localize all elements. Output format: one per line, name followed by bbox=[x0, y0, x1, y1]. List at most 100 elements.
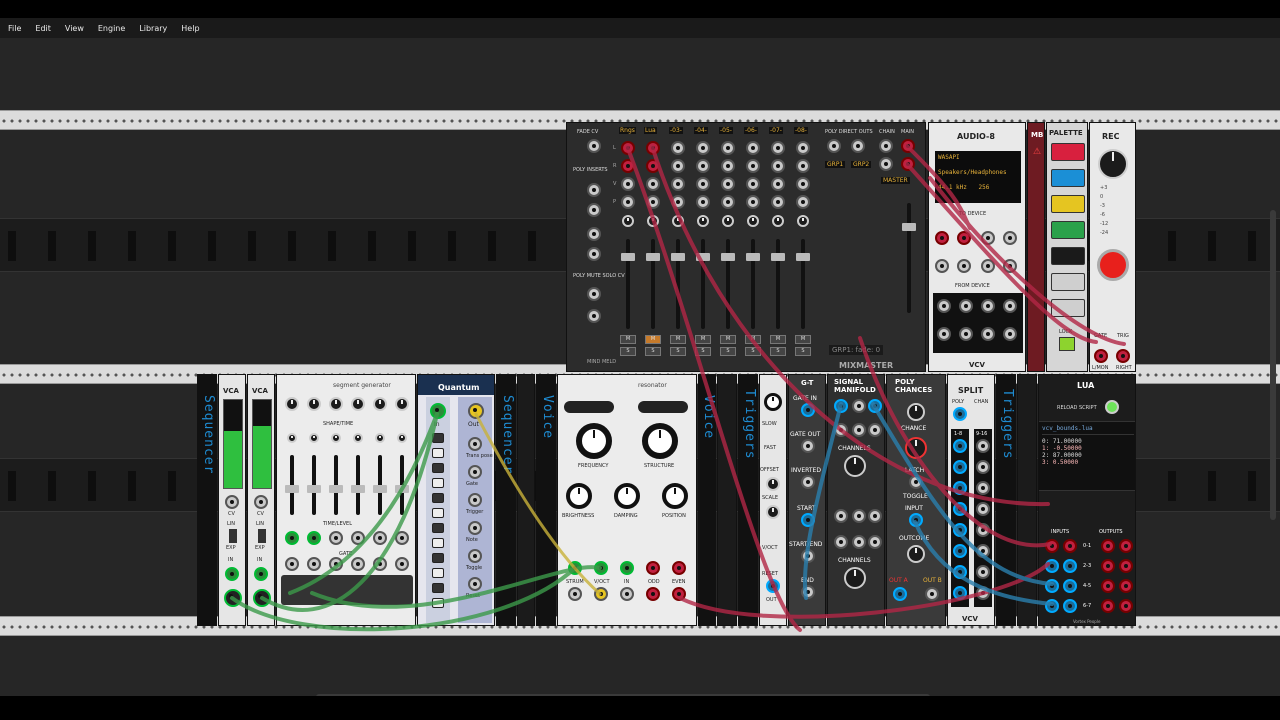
split-channel-jack[interactable] bbox=[976, 481, 990, 495]
manifold-in-jack-2[interactable] bbox=[834, 423, 848, 437]
even-cv-jack[interactable] bbox=[672, 561, 686, 575]
channel-input-jack[interactable] bbox=[671, 177, 685, 191]
mute-button[interactable]: M bbox=[745, 335, 761, 344]
channel-input-jack[interactable] bbox=[671, 159, 685, 173]
gate-logic-module[interactable]: G-T GATE IN GATE OUT INVERTED START STAR… bbox=[788, 374, 826, 626]
from-device-jack-6[interactable] bbox=[959, 327, 973, 341]
channel-label[interactable]: Rngs bbox=[619, 127, 636, 134]
rack-workspace[interactable]: FADE CV POLY INSERTS POLY MUTE SOLO CV R… bbox=[0, 38, 1280, 696]
solo-button[interactable]: S bbox=[670, 347, 686, 356]
split-channel-jack[interactable] bbox=[953, 544, 967, 558]
solo-button[interactable]: S bbox=[795, 347, 811, 356]
channel-input-jack[interactable] bbox=[796, 177, 810, 191]
channel-pan-knob[interactable] bbox=[772, 215, 784, 227]
vca1-mode-switch[interactable] bbox=[229, 529, 237, 543]
signal-manifold-module[interactable]: SIGNAL MANIFOLD CHANNELS CHANNELS bbox=[827, 374, 885, 626]
outcome-knob[interactable] bbox=[907, 545, 925, 563]
solo-button[interactable]: S bbox=[745, 347, 761, 356]
channel-fader[interactable] bbox=[746, 239, 760, 329]
channel-input-jack[interactable] bbox=[646, 195, 660, 209]
channel-label[interactable]: -07- bbox=[769, 127, 783, 134]
damping-knob[interactable] bbox=[614, 483, 640, 509]
quantum-note-button[interactable] bbox=[432, 583, 444, 593]
manifold-in-jack-1[interactable] bbox=[834, 399, 848, 413]
lua-input-jack[interactable] bbox=[1063, 599, 1077, 613]
channel-input-jack[interactable] bbox=[646, 177, 660, 191]
solo-button[interactable]: S bbox=[695, 347, 711, 356]
to-device-jack-7[interactable] bbox=[981, 259, 995, 273]
rec-level-knob[interactable] bbox=[1098, 149, 1128, 179]
mute-button[interactable]: M bbox=[770, 335, 786, 344]
segment-level-slider[interactable] bbox=[329, 455, 343, 515]
split-channel-jack[interactable] bbox=[953, 565, 967, 579]
channel-input-jack[interactable] bbox=[621, 159, 635, 173]
channel-input-jack[interactable] bbox=[771, 159, 785, 173]
insert-jack-1[interactable] bbox=[587, 183, 601, 197]
segment-cv-jack[interactable] bbox=[329, 531, 343, 545]
lua-output-jack[interactable] bbox=[1101, 559, 1115, 573]
segment-cv-jack[interactable] bbox=[373, 531, 387, 545]
from-device-jack-5[interactable] bbox=[937, 327, 951, 341]
vca2-out-jack[interactable] bbox=[253, 589, 271, 607]
split-channel-jack[interactable] bbox=[976, 523, 990, 537]
split-channel-jack[interactable] bbox=[953, 502, 967, 516]
segment-shape-knob[interactable] bbox=[329, 397, 343, 411]
from-device-jack-4[interactable] bbox=[1003, 299, 1017, 313]
channel-pan-knob[interactable] bbox=[722, 215, 734, 227]
split-channel-jack[interactable] bbox=[976, 439, 990, 453]
split-poly-in-jack[interactable] bbox=[953, 407, 967, 421]
channel-input-jack[interactable] bbox=[746, 159, 760, 173]
split-channel-jack[interactable] bbox=[976, 565, 990, 579]
channel-input-jack[interactable] bbox=[796, 195, 810, 209]
split-module[interactable]: SPLIT POLY CHAN 1-8 9-16 VCV bbox=[947, 374, 995, 626]
from-device-jack-2[interactable] bbox=[959, 299, 973, 313]
channel-pan-knob[interactable] bbox=[622, 215, 634, 227]
from-device-jack-3[interactable] bbox=[981, 299, 995, 313]
lua-input-jack[interactable] bbox=[1045, 599, 1059, 613]
segment-type-button[interactable] bbox=[331, 433, 341, 443]
quantum-note-button[interactable] bbox=[432, 448, 444, 458]
gate-transform-module[interactable]: SLOW FAST OFFSET SCALE V/OCT RESET OUT bbox=[759, 374, 787, 626]
mute-cv-jack[interactable] bbox=[587, 287, 601, 301]
position-knob[interactable] bbox=[662, 483, 688, 509]
to-device-jack-8[interactable] bbox=[1003, 259, 1017, 273]
palette-color-swatch[interactable] bbox=[1051, 143, 1085, 161]
insert-jack-4[interactable] bbox=[587, 247, 601, 261]
palette-color-swatch[interactable] bbox=[1051, 247, 1085, 265]
rec-right-jack[interactable] bbox=[1116, 349, 1130, 363]
channel-input-jack[interactable] bbox=[621, 177, 635, 191]
to-device-jack-4[interactable] bbox=[1003, 231, 1017, 245]
split-channel-jack[interactable] bbox=[953, 481, 967, 495]
channel-input-jack[interactable] bbox=[696, 159, 710, 173]
channel-input-jack[interactable] bbox=[646, 159, 660, 173]
lua-input-jack[interactable] bbox=[1063, 559, 1077, 573]
lua-output-jack[interactable] bbox=[1101, 579, 1115, 593]
out-a-jack[interactable] bbox=[893, 587, 907, 601]
segment-shape-knob[interactable] bbox=[395, 397, 409, 411]
channel-input-jack[interactable] bbox=[621, 195, 635, 209]
palette-color-swatch[interactable] bbox=[1051, 195, 1085, 213]
strum-cv-jack[interactable] bbox=[568, 561, 582, 575]
channel-input-jack[interactable] bbox=[721, 159, 735, 173]
manifold-node-1[interactable] bbox=[852, 399, 866, 413]
segment-gate-jack[interactable] bbox=[285, 557, 299, 571]
mute-button[interactable]: M bbox=[720, 335, 736, 344]
menu-view[interactable]: View bbox=[65, 24, 84, 33]
split-channel-jack[interactable] bbox=[953, 460, 967, 474]
channel-pan-knob[interactable] bbox=[647, 215, 659, 227]
mute-button[interactable]: M bbox=[620, 335, 636, 344]
rec-left-jack[interactable] bbox=[1094, 349, 1108, 363]
menu-edit[interactable]: Edit bbox=[35, 24, 51, 33]
manifold-out-jack-3[interactable] bbox=[868, 509, 882, 523]
segment-cv-jack[interactable] bbox=[351, 531, 365, 545]
split-channel-jack[interactable] bbox=[953, 586, 967, 600]
direct-out-jack-1[interactable] bbox=[827, 139, 841, 153]
channel-input-jack[interactable] bbox=[696, 195, 710, 209]
segment-cv-jack[interactable] bbox=[285, 531, 299, 545]
channel-input-jack[interactable] bbox=[671, 195, 685, 209]
segment-shape-knob[interactable] bbox=[351, 397, 365, 411]
in-cv-jack[interactable] bbox=[620, 561, 634, 575]
voct-jack[interactable] bbox=[594, 587, 608, 601]
solo-button[interactable]: S bbox=[720, 347, 736, 356]
segment-gate-jack[interactable] bbox=[373, 557, 387, 571]
